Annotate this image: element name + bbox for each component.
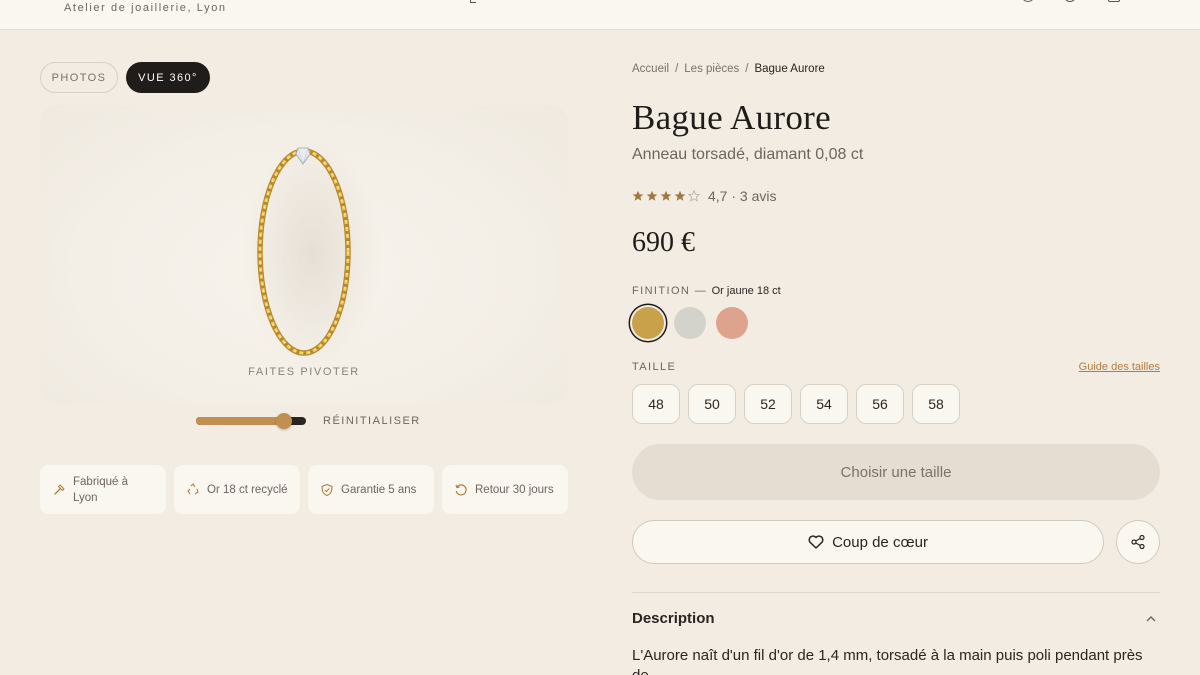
nav-fragment[interactable] (470, 0, 476, 3)
chevron-up-icon[interactable] (1146, 614, 1156, 624)
tab-photos[interactable]: PHOTOS (40, 62, 118, 93)
share-icon (1131, 534, 1145, 550)
rotate-hint: FAITES PIVOTER (248, 366, 360, 378)
rating-stars (632, 190, 700, 202)
tab-360-view[interactable]: VUE 360° (126, 62, 210, 93)
breadcrumb-home[interactable]: Accueil (632, 63, 669, 75)
feature-label: Fabriqué à Lyon (73, 475, 128, 504)
star-empty-icon (688, 190, 700, 202)
favorite-button[interactable]: Coup de cœur (632, 520, 1104, 564)
size-guide-link[interactable]: Guide des tailles (1079, 361, 1160, 373)
breadcrumb-separator: / (675, 63, 679, 75)
star-filled-icon (660, 190, 672, 201)
reset-button[interactable]: RÉINITIALISER (323, 415, 421, 427)
breadcrumb: Accueil / Les pièces / Bague Aurore (632, 63, 825, 75)
shield-icon (321, 483, 333, 496)
search-icon[interactable] (1022, 0, 1034, 2)
finish-label: FINITION — Or jaune 18 ct (632, 285, 781, 297)
star-filled-icon (632, 190, 644, 201)
hammer-icon (54, 483, 65, 495)
feature-recycled-gold: Or 18 ct recyclé (174, 465, 300, 514)
product-title: Bague Aurore (632, 98, 831, 137)
size-option[interactable]: 52 (744, 384, 792, 424)
feature-made-in-lyon: Fabriqué à Lyon (40, 465, 166, 514)
share-button[interactable] (1116, 520, 1160, 564)
breadcrumb-pieces[interactable]: Les pièces (684, 63, 739, 75)
swatch-rose-gold[interactable] (716, 307, 748, 339)
finish-title: FINITION (632, 285, 691, 297)
finish-selected: Or jaune 18 ct (711, 285, 781, 297)
finish-separator: — (694, 285, 708, 297)
product-subtitle: Anneau torsadé, diamant 0,08 ct (632, 146, 864, 163)
choose-size-button[interactable]: Choisir une taille (632, 444, 1160, 500)
brand-subtitle: Atelier de joaillerie, Lyon (64, 2, 227, 14)
size-option[interactable]: 48 (632, 384, 680, 424)
swatch-white-gold[interactable] (674, 307, 706, 339)
wishlist-icon[interactable] (1064, 0, 1076, 2)
divider (632, 592, 1160, 593)
feature-returns: Retour 30 jours (442, 465, 568, 514)
description-text: L'Aurore naît d'un fil d'or de 1,4 mm, t… (632, 647, 1143, 675)
cart-icon[interactable] (1108, 0, 1120, 2)
size-option[interactable]: 58 (912, 384, 960, 424)
favorite-label: Coup de cœur (832, 533, 928, 551)
description-title[interactable]: Description (632, 610, 715, 627)
feature-label: Or 18 ct recyclé (207, 483, 288, 496)
swatch-yellow-gold[interactable] (632, 307, 664, 339)
feature-label: Garantie 5 ans (341, 483, 417, 496)
site-header: Atelier de joaillerie, Lyon (0, 0, 1200, 30)
size-option[interactable]: 56 (856, 384, 904, 424)
feature-label: Retour 30 jours (475, 483, 554, 496)
product-price: 690 € (632, 227, 695, 258)
product-360-viewer[interactable]: FAITES PIVOTER (40, 105, 568, 405)
ring-image (242, 140, 382, 370)
breadcrumb-separator: / (745, 63, 749, 75)
size-option[interactable]: 54 (800, 384, 848, 424)
return-icon (455, 483, 467, 495)
star-filled-icon (674, 190, 686, 201)
rotation-slider[interactable] (196, 413, 306, 429)
breadcrumb-current: Bague Aurore (754, 63, 825, 75)
rating-text: 4,7 · 3 avis (708, 188, 777, 204)
size-option[interactable]: 50 (688, 384, 736, 424)
heart-icon (808, 535, 824, 549)
size-label: TAILLE (632, 361, 677, 373)
rotation-slider-thumb[interactable] (276, 413, 292, 429)
star-filled-icon (646, 190, 658, 201)
recycle-icon (187, 482, 199, 494)
product-rating[interactable]: 4,7 · 3 avis (632, 188, 776, 204)
rotation-slider-fill (196, 417, 284, 425)
feature-warranty: Garantie 5 ans (308, 465, 434, 514)
